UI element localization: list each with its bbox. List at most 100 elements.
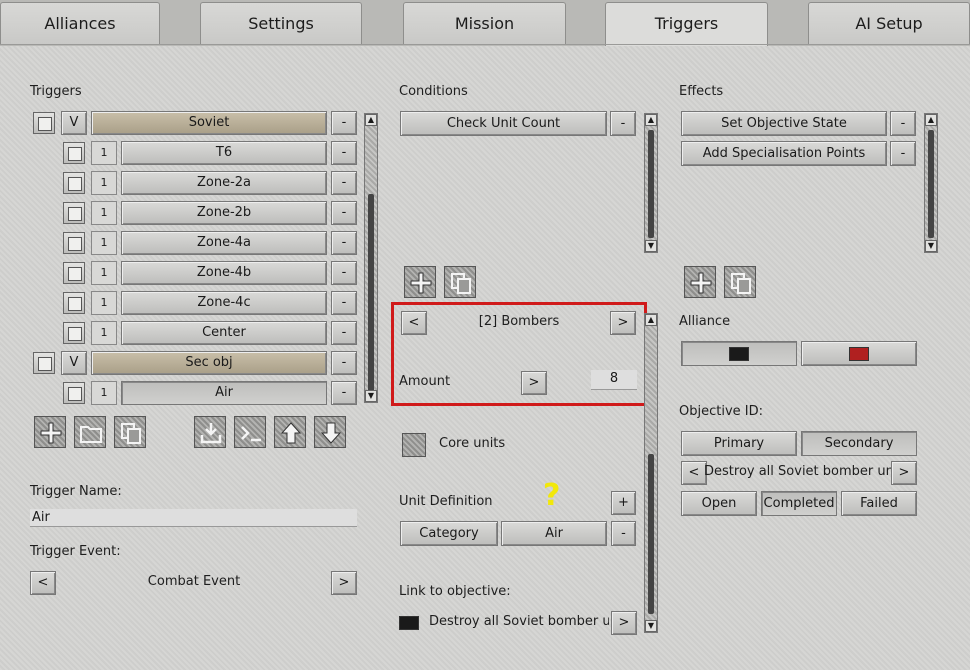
objective-next-button[interactable]: > [891,461,917,485]
trigger-item[interactable]: Zone-4b [121,261,327,285]
scroll-up-icon[interactable]: ▲ [645,314,657,326]
add-condition-button[interactable] [404,266,436,298]
condition-remove-button[interactable]: - [610,111,636,136]
linked-objective-next-button[interactable]: > [611,611,637,635]
trigger-checkbox[interactable] [63,202,85,224]
scroll-down-icon[interactable]: ▼ [925,240,937,252]
scroll-down-icon[interactable]: ▼ [365,390,377,402]
effect-remove-button[interactable]: - [890,141,916,166]
trigger-checkbox[interactable] [33,352,55,374]
trigger-checkbox[interactable] [63,292,85,314]
tab-settings[interactable]: Settings [200,2,362,44]
move-down-button[interactable] [314,416,346,448]
unit-definition-value-button[interactable]: Air [501,521,607,546]
trigger-list-scrollbar[interactable]: ▲ ▼ [364,113,378,403]
alliance-red-button[interactable] [801,341,917,366]
trigger-item[interactable]: T6 [121,141,327,165]
arrow-down-icon [320,422,342,444]
alliance-black-button[interactable] [681,341,797,366]
trigger-priority[interactable]: 1 [91,321,117,345]
trigger-priority[interactable]: 1 [91,141,117,165]
scrollbar-thumb[interactable] [648,130,654,238]
trigger-priority[interactable]: 1 [91,171,117,195]
scroll-up-icon[interactable]: ▲ [365,114,377,126]
trigger-item[interactable]: Center [121,321,327,345]
console-button[interactable] [234,416,266,448]
core-units-checkbox[interactable] [402,433,426,457]
trigger-remove-button[interactable]: - [331,171,357,195]
trigger-checkbox[interactable] [33,112,55,134]
trigger-group-toggle[interactable]: V [61,351,87,375]
add-folder-button[interactable] [74,416,106,448]
scrollbar-thumb[interactable] [368,194,374,394]
state-completed-button[interactable]: Completed [761,491,837,516]
trigger-checkbox[interactable] [63,142,85,164]
condition-details-scrollbar[interactable]: ▲ ▼ [644,313,658,633]
conditions-scrollbar[interactable]: ▲ ▼ [644,113,658,253]
trigger-remove-button[interactable]: - [331,291,357,315]
trigger-item[interactable]: Air [121,381,327,405]
trigger-checkbox[interactable] [63,172,85,194]
state-failed-button[interactable]: Failed [841,491,917,516]
trigger-group-item[interactable]: Sec obj [91,351,327,375]
trigger-group-item[interactable]: Soviet [91,111,327,135]
trigger-priority[interactable]: 1 [91,291,117,315]
import-trigger-button[interactable] [194,416,226,448]
condition-check-unit-count[interactable]: Check Unit Count [400,111,607,136]
trigger-name-input[interactable]: Air [30,509,357,527]
trigger-remove-button[interactable]: - [331,321,357,345]
tab-triggers[interactable]: Triggers [605,2,768,46]
trigger-checkbox[interactable] [63,232,85,254]
unit-definition-add-button[interactable]: + [611,491,636,515]
trigger-item[interactable]: Zone-2b [121,201,327,225]
trigger-checkbox[interactable] [63,262,85,284]
tab-mission[interactable]: Mission [403,2,566,44]
trigger-event-next-button[interactable]: > [331,571,357,595]
scrollbar-thumb[interactable] [928,130,934,238]
highlight-annotation-box [391,302,647,406]
trigger-item[interactable]: Zone-2a [121,171,327,195]
scroll-down-icon[interactable]: ▼ [645,620,657,632]
copy-effect-button[interactable] [724,266,756,298]
effect-remove-button[interactable]: - [890,111,916,136]
trigger-priority[interactable]: 1 [91,231,117,255]
trigger-item[interactable]: Zone-4c [121,291,327,315]
trigger-remove-button[interactable]: - [331,231,357,255]
trigger-remove-button[interactable]: - [331,111,357,135]
trigger-priority[interactable]: 1 [91,381,117,405]
trigger-remove-button[interactable]: - [331,351,357,375]
add-trigger-button[interactable] [34,416,66,448]
trigger-group-toggle[interactable]: V [61,111,87,135]
copy-icon [121,423,141,444]
scroll-up-icon[interactable]: ▲ [645,114,657,126]
effect-set-objective-state[interactable]: Set Objective State [681,111,887,136]
trigger-remove-button[interactable]: - [331,261,357,285]
scroll-up-icon[interactable]: ▲ [925,114,937,126]
trigger-item[interactable]: Zone-4a [121,231,327,255]
trigger-remove-button[interactable]: - [331,381,357,405]
trigger-remove-button[interactable]: - [331,141,357,165]
trigger-checkbox[interactable] [63,322,85,344]
trigger-remove-button[interactable]: - [331,201,357,225]
trigger-checkbox[interactable] [63,382,85,404]
copy-condition-button[interactable] [444,266,476,298]
trigger-priority[interactable]: 1 [91,201,117,225]
alliance-red-swatch [849,347,869,361]
add-effect-button[interactable] [684,266,716,298]
trigger-event-prev-button[interactable]: < [30,571,56,595]
effects-scrollbar[interactable]: ▲ ▼ [924,113,938,253]
effect-add-specialisation-points[interactable]: Add Specialisation Points [681,141,887,166]
tab-ai-setup[interactable]: AI Setup [808,2,970,44]
objective-primary-button[interactable]: Primary [681,431,797,456]
move-up-button[interactable] [274,416,306,448]
tab-alliances[interactable]: Alliances [0,2,160,44]
scrollbar-thumb[interactable] [648,454,654,614]
unit-definition-remove-button[interactable]: - [611,521,636,546]
objective-secondary-button[interactable]: Secondary [801,431,917,456]
state-open-button[interactable]: Open [681,491,757,516]
alliance-label: Alliance [679,314,731,329]
scroll-down-icon[interactable]: ▼ [645,240,657,252]
trigger-priority[interactable]: 1 [91,261,117,285]
unit-definition-category-button[interactable]: Category [400,521,498,546]
copy-trigger-button[interactable] [114,416,146,448]
